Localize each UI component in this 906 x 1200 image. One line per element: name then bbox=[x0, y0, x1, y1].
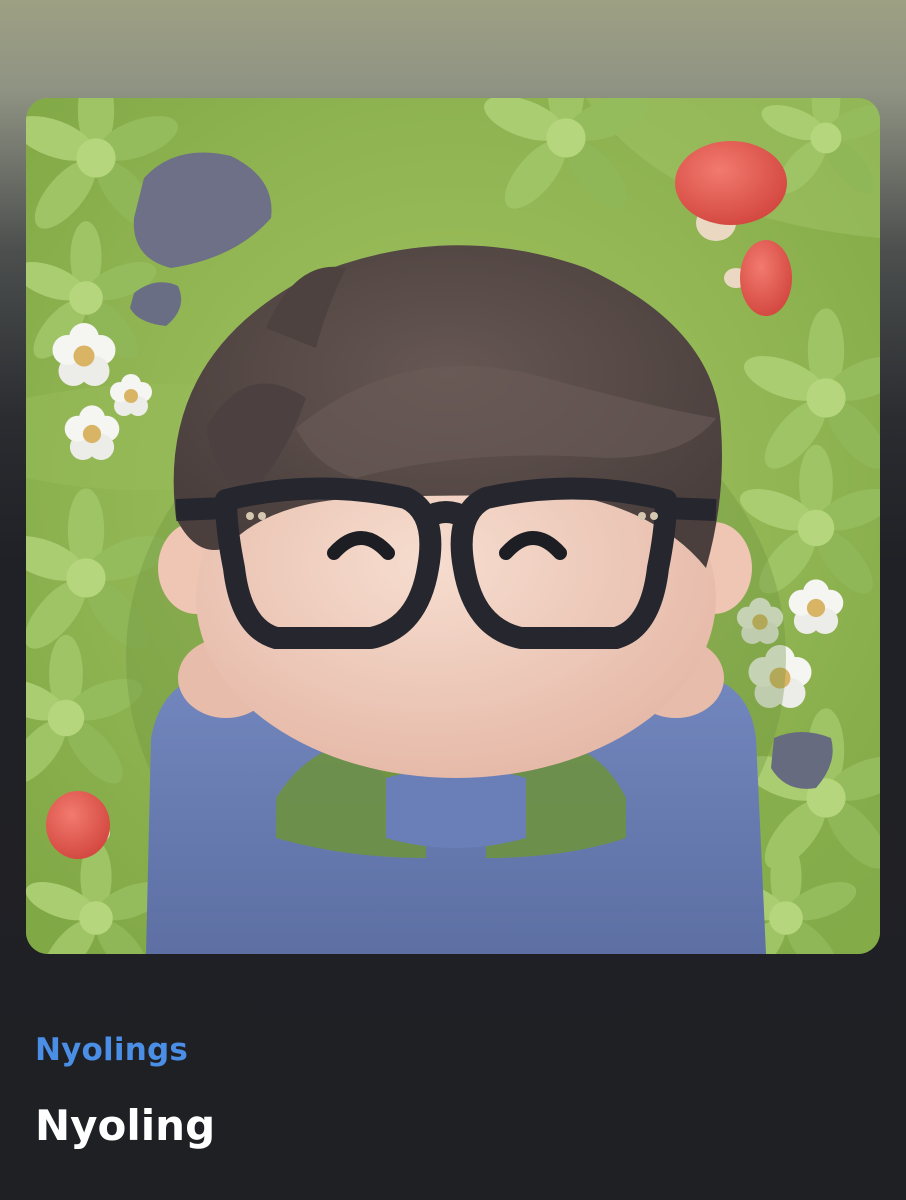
avatar-illustration bbox=[26, 98, 880, 954]
nft-title: Nyoling bbox=[35, 1101, 216, 1150]
nft-item-card: Nyolings Nyoling bbox=[0, 0, 906, 1200]
collection-link[interactable]: Nyolings bbox=[35, 1030, 188, 1070]
nft-artwork-image[interactable] bbox=[26, 98, 880, 954]
